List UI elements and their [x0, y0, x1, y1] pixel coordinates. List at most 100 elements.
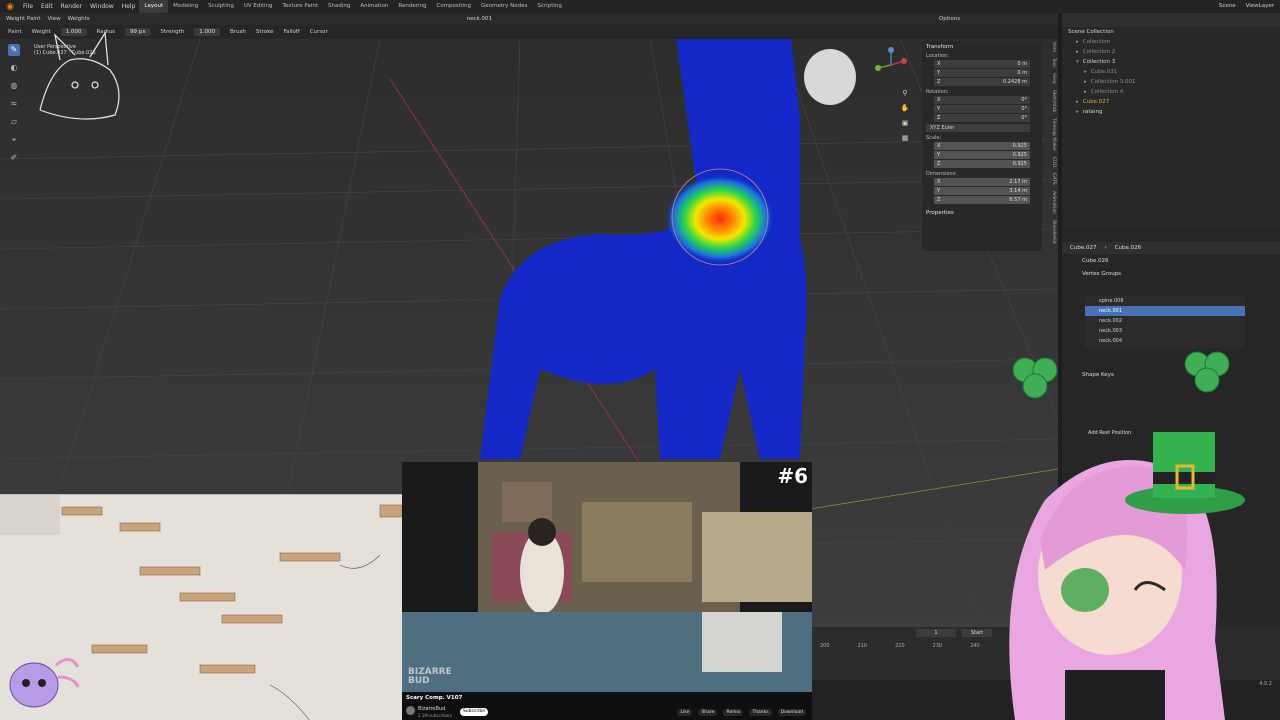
view-layer-selector[interactable]: ViewLayer	[1246, 0, 1274, 13]
dimension-y-field[interactable]: Y 3.14 m	[934, 187, 1030, 195]
workspace-tab-modeling[interactable]: Modeling	[168, 0, 203, 13]
download-button[interactable]: Download	[777, 709, 806, 716]
like-button[interactable]: Like	[677, 709, 693, 716]
tab-cdd[interactable]: CDD	[1046, 157, 1056, 167]
video-title[interactable]: Scary Comp. V107	[406, 695, 462, 701]
dimensions-label: Dimensions:	[926, 171, 957, 177]
channel-avatar[interactable]	[406, 706, 415, 715]
brush-selector[interactable]: Paint	[8, 29, 22, 35]
draw-brush-icon[interactable]: ✎	[8, 44, 20, 56]
tab-blenderkit[interactable]: BlenderKit	[1046, 220, 1056, 243]
dimension-x-field[interactable]: X 2.17 m	[934, 178, 1030, 186]
subscribe-button[interactable]: Subscribe	[460, 708, 488, 716]
stroke-menu[interactable]: Stroke	[256, 29, 274, 35]
vertex-group-item[interactable]: spine.006	[1085, 296, 1245, 306]
cursor-menu[interactable]: Cursor	[310, 29, 328, 35]
outliner-item[interactable]: Scene Collection	[1062, 27, 1280, 37]
view-menu[interactable]: View	[48, 16, 61, 22]
perspective-toggle-icon[interactable]: ▦	[900, 133, 910, 143]
menu-edit[interactable]: Edit	[37, 0, 57, 13]
average-brush-icon[interactable]: ◍	[8, 80, 20, 92]
outliner-item[interactable]: ▸ Cube.031	[1062, 67, 1280, 77]
mesh-datablock-name[interactable]: Cube.026	[1062, 254, 1280, 268]
remix-button[interactable]: Remix	[723, 709, 744, 716]
outliner-item[interactable]: ▸ rataing	[1062, 107, 1280, 117]
rotation-mode-select[interactable]: XYZ Euler	[926, 124, 1030, 132]
navigation-gizmo[interactable]	[870, 44, 912, 86]
dimension-z-field[interactable]: Z 6.57 m	[934, 196, 1030, 204]
brush-menu[interactable]: Brush	[230, 29, 246, 35]
outliner-item[interactable]: ▾ Collection 3	[1062, 57, 1280, 67]
transform-header[interactable]: Transform	[926, 44, 1038, 50]
thanks-button[interactable]: Thanks	[749, 709, 772, 716]
blender-logo-icon[interactable]: ◉	[4, 1, 16, 13]
scale-y-field[interactable]: Y 0.925	[934, 151, 1030, 159]
vertex-groups-header[interactable]: Vertex Groups	[1062, 268, 1280, 280]
scale-z-field[interactable]: Z 0.925	[934, 160, 1030, 168]
weights-menu[interactable]: Weights	[68, 16, 90, 22]
location-y-field[interactable]: Y0 m	[934, 69, 1030, 77]
tab-tool[interactable]: Tool	[1046, 58, 1056, 67]
workspace-tab-animation[interactable]: Animation	[355, 0, 393, 13]
outliner-item[interactable]: ▸ Collection 4	[1062, 87, 1280, 97]
properties-subpanel-header[interactable]: Properties	[926, 210, 1038, 216]
menu-window[interactable]: Window	[86, 0, 118, 13]
gradient-tool-icon[interactable]: ▱	[8, 116, 20, 128]
menu-render[interactable]: Render	[57, 0, 86, 13]
current-frame-field[interactable]: 1	[916, 629, 956, 637]
workspace-tab-compositing[interactable]: Compositing	[432, 0, 476, 13]
workspace-tab-texture-paint[interactable]: Texture Paint	[278, 0, 324, 13]
breadcrumb-mesh[interactable]: Cube.026	[1115, 242, 1141, 254]
transform-panel: Transform Location: X0 m Y0 m Z 0.2428 m …	[922, 41, 1042, 251]
channel-name[interactable]: BizarreBud	[418, 706, 445, 712]
video-player[interactable]: #6 BIZARRE BUD	[402, 462, 812, 692]
vertex-group-item-selected[interactable]: neck.001	[1085, 306, 1245, 316]
rotation-z-field[interactable]: Z 0°	[934, 114, 1030, 122]
tab-item[interactable]: Item	[1046, 42, 1056, 52]
breadcrumb-object[interactable]: Cube.027	[1070, 242, 1096, 254]
strength-field[interactable]: 1.000	[194, 28, 221, 36]
outliner-item[interactable]: ▸ Collection	[1062, 37, 1280, 47]
tab-view[interactable]: View	[1046, 73, 1056, 84]
subscriber-count: 2.1M subscribers	[418, 713, 453, 718]
tab-cats[interactable]: CATS	[1046, 173, 1056, 184]
smear-brush-icon[interactable]: ≈	[8, 98, 20, 110]
workspace-tab-layout[interactable]: Layout	[139, 0, 169, 13]
blur-brush-icon[interactable]: ◐	[8, 62, 20, 74]
workspace-tab-uv-editing[interactable]: UV Editing	[239, 0, 278, 13]
menu-help[interactable]: Help	[118, 0, 140, 13]
options-menu[interactable]: Options	[939, 16, 960, 22]
workspace-tab-sculpting[interactable]: Sculpting	[203, 0, 239, 13]
tab-tilemap-maker[interactable]: Tilemap Maker	[1046, 118, 1056, 151]
outliner-item[interactable]: ▸ Collection 2	[1062, 47, 1280, 57]
menu-file[interactable]: File	[19, 0, 37, 13]
outliner-item[interactable]: ▸ Collection 3.001	[1062, 77, 1280, 87]
workspace-tab-rendering[interactable]: Rendering	[393, 0, 431, 13]
rotation-x-field[interactable]: X 0°	[934, 96, 1030, 104]
camera-view-icon[interactable]: ▣	[900, 118, 910, 128]
falloff-menu[interactable]: Falloff	[283, 29, 299, 35]
location-x-field[interactable]: X0 m	[934, 60, 1030, 68]
scale-x-field[interactable]: X 0.925	[934, 142, 1030, 150]
workspace-tab-shading[interactable]: Shading	[323, 0, 355, 13]
tab-sketchfab[interactable]: Sketchfab	[1046, 90, 1056, 112]
vertex-group-item[interactable]: neck.002	[1085, 316, 1245, 326]
viewport-header: Weight Paint View Weights neck.001 Optio…	[0, 13, 1058, 25]
workspace-tab-scripting[interactable]: Scripting	[532, 0, 566, 13]
pan-hand-icon[interactable]: ✋	[900, 103, 910, 113]
scene-selector[interactable]: Scene	[1219, 0, 1236, 13]
vertex-group-item[interactable]: neck.003	[1085, 326, 1245, 336]
annotate-tool-icon[interactable]: ✐	[8, 152, 20, 164]
location-z-field[interactable]: Z 0.2428 m	[934, 78, 1030, 86]
scale-label: Scale:	[926, 135, 942, 141]
properties-breadcrumb: Cube.027 › Cube.026	[1062, 242, 1280, 254]
active-vertex-group[interactable]: neck.001	[467, 16, 492, 22]
mode-selector[interactable]: Weight Paint	[6, 16, 41, 22]
outliner-item-selected[interactable]: ▸ Cube.027	[1062, 97, 1280, 107]
rotation-y-field[interactable]: Y 0°	[934, 105, 1030, 113]
tab-animation[interactable]: Animation	[1046, 191, 1056, 214]
zoom-icon[interactable]: ⚲	[900, 88, 910, 98]
share-button[interactable]: Share	[698, 709, 718, 716]
sample-weight-icon[interactable]: ⌖	[8, 134, 20, 146]
workspace-tab-geometry-nodes[interactable]: Geometry Nodes	[476, 0, 532, 13]
